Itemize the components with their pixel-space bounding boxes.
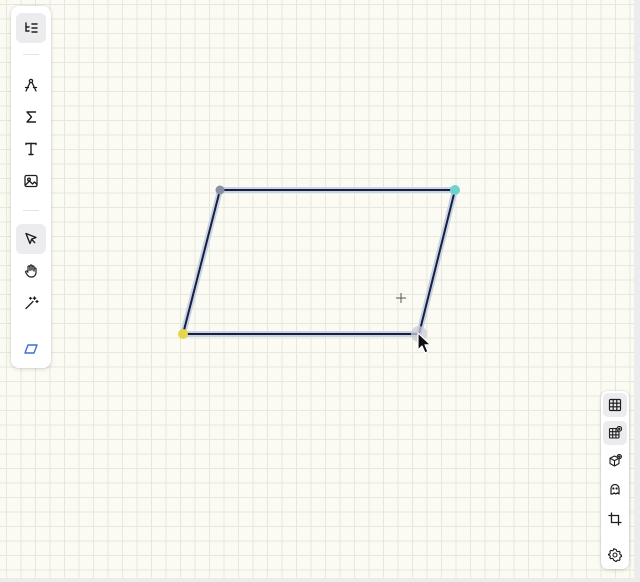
- parallelogram-icon: [24, 344, 38, 354]
- ghost-button[interactable]: [603, 477, 627, 501]
- ghost-icon: [610, 483, 620, 495]
- image-icon: [24, 174, 38, 188]
- pointer-icon: [25, 232, 37, 245]
- gear-icon: [608, 548, 622, 562]
- vertex-top-right[interactable]: [450, 185, 460, 195]
- text-button[interactable]: [16, 134, 46, 164]
- toolbar-separator: [23, 210, 39, 211]
- settings-button[interactable]: [603, 543, 627, 567]
- image-button[interactable]: [16, 166, 46, 196]
- geometry-button[interactable]: [16, 70, 46, 100]
- crop-icon: [608, 512, 622, 526]
- crop-button[interactable]: [603, 507, 627, 531]
- grid-button[interactable]: [603, 393, 627, 417]
- select-button[interactable]: [16, 224, 46, 254]
- outline-button[interactable]: [16, 13, 46, 43]
- cube-icon: [609, 454, 622, 467]
- shape-layer[interactable]: [0, 0, 640, 582]
- vertex-top-left[interactable]: [215, 185, 225, 195]
- hand-icon: [25, 264, 37, 278]
- grid-settings-icon: [608, 426, 622, 439]
- 3d-button[interactable]: [603, 449, 627, 473]
- vertex-bottom-left[interactable]: [178, 329, 188, 339]
- formula-button[interactable]: [16, 102, 46, 132]
- right-panel: [601, 391, 629, 569]
- magic-wand-icon: [25, 296, 39, 310]
- list-outline-icon: [25, 22, 38, 33]
- magic-button[interactable]: [16, 288, 46, 318]
- left-toolbar: [11, 6, 51, 368]
- sigma-icon: [26, 111, 37, 123]
- parallelogram-shape[interactable]: [182, 189, 456, 335]
- toolbar-separator: [23, 54, 39, 55]
- parallelogram-halo: [180, 187, 458, 337]
- parallelogram-button[interactable]: [16, 334, 46, 364]
- compass-icon: [24, 78, 38, 92]
- grid-snap-button[interactable]: [603, 421, 627, 445]
- text-tool-icon: [25, 142, 37, 156]
- grid-icon: [608, 398, 622, 412]
- pan-button[interactable]: [16, 256, 46, 286]
- center-crosshair: [396, 293, 406, 303]
